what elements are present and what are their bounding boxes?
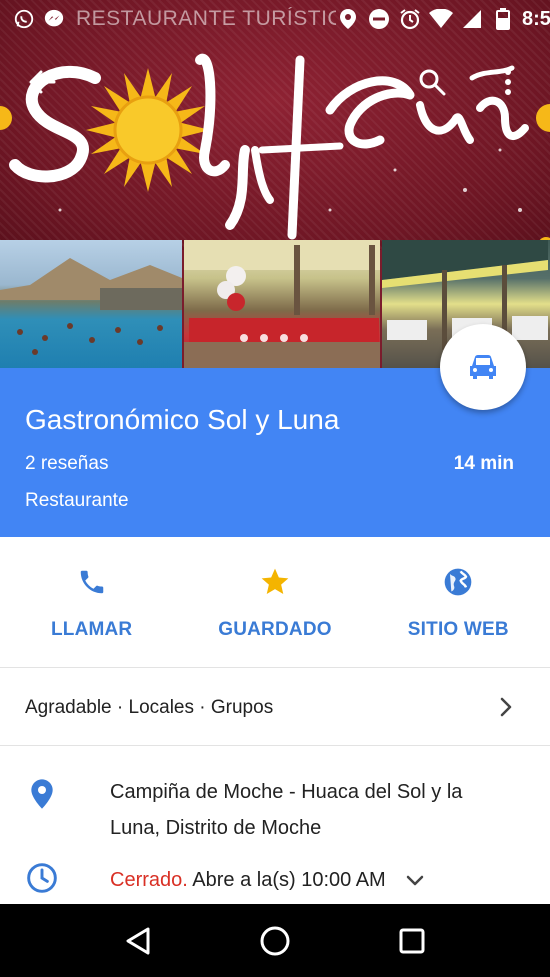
divider	[0, 745, 550, 746]
pager-dot	[240, 334, 248, 342]
system-nav-bar	[0, 904, 550, 977]
search-button[interactable]	[412, 62, 452, 102]
do-not-disturb-icon	[367, 7, 391, 31]
saved-label: GUARDADO	[218, 619, 332, 640]
square-recents-icon	[399, 928, 425, 953]
highlights-row[interactable]: Agradable · Locales · Grupos	[0, 668, 550, 745]
alarm-icon	[398, 7, 422, 31]
nav-home-button[interactable]	[255, 921, 295, 961]
globe-icon	[441, 565, 475, 599]
pager-dot	[300, 334, 308, 342]
saved-button[interactable]: GUARDADO	[183, 537, 366, 667]
website-label: SITIO WEB	[407, 619, 509, 640]
phone-icon	[75, 565, 109, 599]
battery-icon	[491, 7, 515, 31]
photo-pager-dots	[240, 334, 308, 342]
hero-photo-gallery[interactable]: RESTAURANTE TURÍSTICO CAMPESTRE 8:57	[0, 0, 550, 368]
action-row: LLAMAR GUARDADO SITIO WEB	[0, 537, 550, 667]
car-icon	[470, 355, 496, 379]
notification-title: RESTAURANTE TURÍSTICO CAMPESTRE	[76, 7, 336, 30]
clock-icon	[26, 862, 58, 894]
messenger-icon	[42, 7, 66, 31]
location-pin-icon	[26, 778, 58, 810]
chevron-right-icon	[500, 697, 512, 717]
address-line-2: Luna, Distrito de Moche	[110, 817, 322, 839]
reviews-link[interactable]: 2 reseñas	[25, 453, 108, 475]
nav-recents-button[interactable]	[392, 921, 432, 961]
photo-terrace	[184, 240, 380, 368]
hours-status: Cerrado.	[110, 869, 188, 891]
clock: 8:57	[522, 7, 550, 30]
location-status-icon	[336, 7, 360, 31]
whatsapp-icon	[12, 7, 36, 31]
photo-pool	[0, 240, 182, 368]
signal-icon	[460, 7, 484, 31]
call-button[interactable]: LLAMAR	[0, 537, 183, 667]
more-vert-icon	[505, 69, 511, 95]
call-label: LLAMAR	[50, 619, 133, 640]
travel-time: 14 min	[453, 453, 514, 474]
circle-home-icon	[260, 926, 290, 955]
back-arrow-icon	[29, 70, 56, 94]
pager-dot	[260, 334, 268, 342]
place-name: Gastronómico Sol y Luna	[25, 404, 340, 435]
directions-button[interactable]	[440, 324, 526, 410]
more-options-button[interactable]	[488, 62, 528, 102]
hours-row[interactable]: Cerrado. Abre a la(s) 10:00 AM	[0, 860, 550, 900]
address-line-1: Campiña de Moche - Huaca del Sol y la	[110, 781, 463, 803]
address-row[interactable]: Campiña de Moche - Huaca del Sol y la Lu…	[0, 770, 550, 840]
highlights-text: Agradable · Locales · Grupos	[25, 697, 274, 718]
hours-detail: Abre a la(s) 10:00 AM	[192, 869, 386, 891]
website-button[interactable]: SITIO WEB	[367, 537, 550, 667]
status-bar: RESTAURANTE TURÍSTICO CAMPESTRE 8:57	[0, 0, 550, 38]
place-category: Restaurante	[25, 490, 129, 511]
back-button[interactable]	[22, 62, 62, 102]
chevron-down-icon[interactable]	[405, 874, 425, 888]
pager-dot	[280, 334, 288, 342]
star-icon	[258, 565, 292, 599]
triangle-back-icon	[126, 927, 150, 954]
nav-back-button[interactable]	[118, 921, 158, 961]
wifi-icon	[429, 7, 453, 31]
search-icon	[419, 69, 446, 96]
